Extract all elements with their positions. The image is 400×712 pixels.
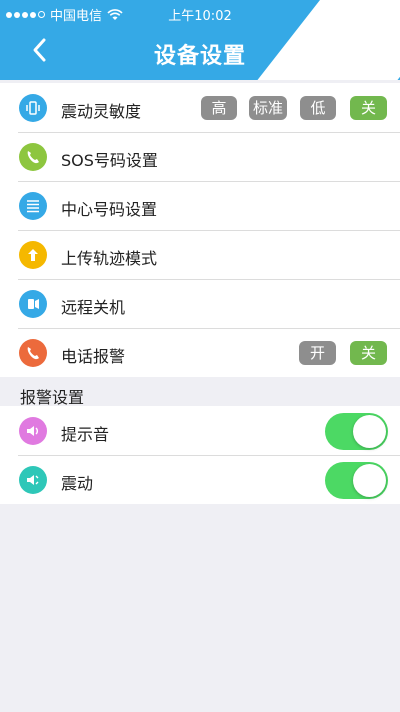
upload-arrow-icon bbox=[19, 241, 47, 269]
phone-alarm-icon bbox=[19, 339, 47, 367]
page-title: 设备设置 bbox=[153, 44, 246, 69]
vibrate-icon bbox=[19, 94, 47, 122]
sensitivity-off-button[interactable]: 关 bbox=[350, 96, 387, 120]
phone-alarm-off-button[interactable]: 关 bbox=[350, 341, 387, 365]
upload-mode-label: 上传轨迹模式 bbox=[61, 249, 158, 268]
center-number-label: 中心号码设置 bbox=[61, 200, 158, 219]
sos-number-row[interactable]: SOS号码设置 bbox=[0, 132, 400, 181]
alert-sound-label: 提示音 bbox=[61, 425, 110, 444]
remote-shutdown-row[interactable]: 远程关机 bbox=[0, 279, 400, 328]
center-number-row[interactable]: 中心号码设置 bbox=[0, 181, 400, 230]
list-icon bbox=[19, 192, 47, 220]
navigation-bar: 设备设置 bbox=[0, 26, 400, 80]
sensitivity-low-button[interactable]: 低 bbox=[300, 96, 336, 120]
phone-alarm-row: 电话报警 开 关 bbox=[0, 328, 400, 377]
alarm-section-title: 报警设置 bbox=[20, 388, 85, 407]
vibration-alarm-label: 震动 bbox=[61, 474, 94, 493]
alarm-settings-list: 提示音 震动 bbox=[0, 406, 400, 504]
sensitivity-standard-button[interactable]: 标准 bbox=[249, 96, 287, 120]
alert-sound-toggle[interactable] bbox=[325, 413, 388, 450]
phone-alarm-on-button[interactable]: 开 bbox=[299, 341, 336, 365]
vibration-speaker-icon bbox=[19, 466, 47, 494]
shutdown-icon bbox=[19, 290, 47, 318]
alert-sound-row: 提示音 bbox=[0, 406, 400, 455]
header-bar: 中国电信 上午10:02 设备设置 bbox=[0, 0, 400, 80]
toggle-knob bbox=[353, 464, 386, 497]
status-time: 上午10:02 bbox=[168, 9, 232, 24]
toggle-knob bbox=[353, 415, 386, 448]
status-bar: 中国电信 上午10:02 bbox=[0, 0, 400, 26]
phone-alarm-label: 电话报警 bbox=[61, 347, 126, 366]
vibration-sensitivity-label: 震动灵敏度 bbox=[61, 102, 142, 121]
speaker-icon bbox=[19, 417, 47, 445]
sos-number-label: SOS号码设置 bbox=[61, 151, 158, 170]
vibration-sensitivity-row: 震动灵敏度 高 标准 低 关 bbox=[0, 83, 400, 132]
sensitivity-high-button[interactable]: 高 bbox=[201, 96, 237, 120]
phone-call-icon bbox=[19, 143, 47, 171]
upload-mode-row[interactable]: 上传轨迹模式 bbox=[0, 230, 400, 279]
vibration-alarm-row: 震动 bbox=[0, 455, 400, 504]
remote-shutdown-label: 远程关机 bbox=[61, 298, 126, 317]
vibration-alarm-toggle[interactable] bbox=[325, 462, 388, 499]
alarm-section-header: 报警设置 bbox=[0, 380, 400, 407]
device-settings-list: 震动灵敏度 高 标准 低 关 SOS号码设置 中心号码设置 上传轨迹模式 远程关… bbox=[0, 83, 400, 377]
